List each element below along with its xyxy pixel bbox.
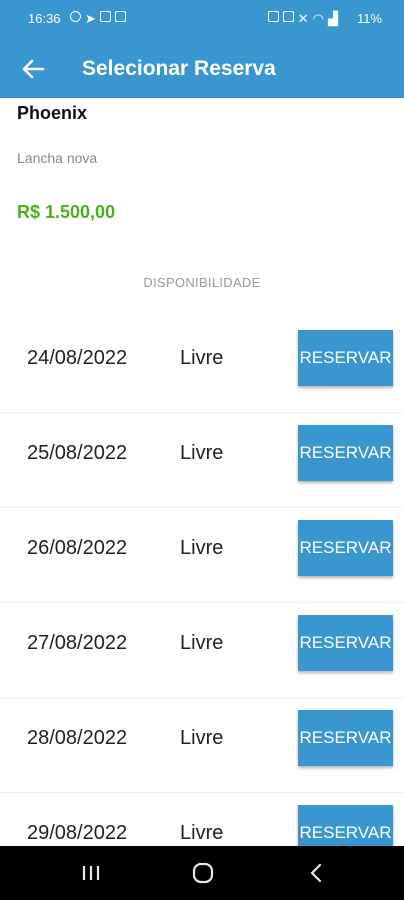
row-status: Livre	[180, 347, 224, 369]
notification-icon	[114, 11, 126, 22]
reserve-button[interactable]: RESERVAR	[298, 330, 393, 386]
row-status: Livre	[180, 442, 224, 464]
boat-price: R$ 1.500,00	[17, 202, 116, 222]
instagram-icon	[70, 11, 81, 22]
app-bar: Selecionar Reserva	[0, 40, 404, 98]
signal-icon: ▟	[328, 11, 338, 26]
availability-list: 24/08/2022 Livre RESERVAR 25/08/2022 Liv…	[0, 318, 404, 846]
availability-row: 27/08/2022 Livre RESERVAR	[0, 603, 404, 698]
row-status: Livre	[180, 822, 224, 844]
availability-row: 28/08/2022 Livre RESERVAR	[0, 698, 404, 793]
availability-row: 29/08/2022 Livre RESERVAR	[0, 793, 404, 846]
page-title: Selecionar Reserva	[82, 57, 276, 80]
reserve-button[interactable]: RESERVAR	[298, 805, 393, 846]
home-icon	[192, 862, 214, 884]
row-status: Livre	[180, 727, 224, 749]
back-icon	[310, 863, 322, 883]
gallery-icon	[99, 11, 111, 22]
battery-level: 11%	[356, 11, 382, 26]
alarm-icon	[267, 11, 279, 22]
recent-apps-icon	[82, 866, 100, 880]
row-date: 26/08/2022	[27, 537, 128, 559]
row-date: 25/08/2022	[27, 442, 128, 464]
status-notification-icons: ➤	[70, 11, 126, 27]
arrow-left-icon	[22, 59, 45, 79]
telegram-icon: ➤	[85, 11, 96, 26]
back-button[interactable]	[16, 52, 50, 86]
boat-name: Phoenix	[17, 103, 88, 123]
availability-heading: DISPONIBILIDADE	[143, 275, 261, 290]
row-date: 24/08/2022	[27, 347, 128, 369]
status-time: 16:36	[28, 11, 61, 26]
status-system-icons: ✕ ◠ ▟	[267, 11, 338, 27]
system-nav-bar	[0, 846, 404, 900]
system-back-button[interactable]	[302, 859, 332, 887]
home-button[interactable]	[188, 859, 218, 887]
mute-icon: ✕	[297, 11, 309, 26]
wifi-icon: ◠	[312, 11, 324, 26]
row-status: Livre	[180, 632, 224, 654]
row-status: Livre	[180, 537, 224, 559]
reserve-button[interactable]: RESERVAR	[298, 520, 393, 576]
row-date: 27/08/2022	[27, 632, 128, 654]
vibrate-icon	[282, 11, 294, 22]
reserve-button[interactable]: RESERVAR	[298, 710, 393, 766]
reservation-content: Phoenix Lancha nova R$ 1.500,00 DISPONIB…	[0, 98, 404, 846]
status-bar: 16:36 ➤ ✕ ◠ ▟ 11%	[0, 0, 404, 40]
row-date: 28/08/2022	[27, 727, 128, 749]
row-date: 29/08/2022	[27, 822, 128, 844]
availability-row: 26/08/2022 Livre RESERVAR	[0, 508, 404, 603]
reserve-button[interactable]: RESERVAR	[298, 615, 393, 671]
reserve-button[interactable]: RESERVAR	[298, 425, 393, 481]
availability-row: 24/08/2022 Livre RESERVAR	[0, 318, 404, 413]
recent-apps-button[interactable]	[76, 859, 106, 887]
availability-row: 25/08/2022 Livre RESERVAR	[0, 413, 404, 508]
boat-description: Lancha nova	[17, 150, 98, 166]
